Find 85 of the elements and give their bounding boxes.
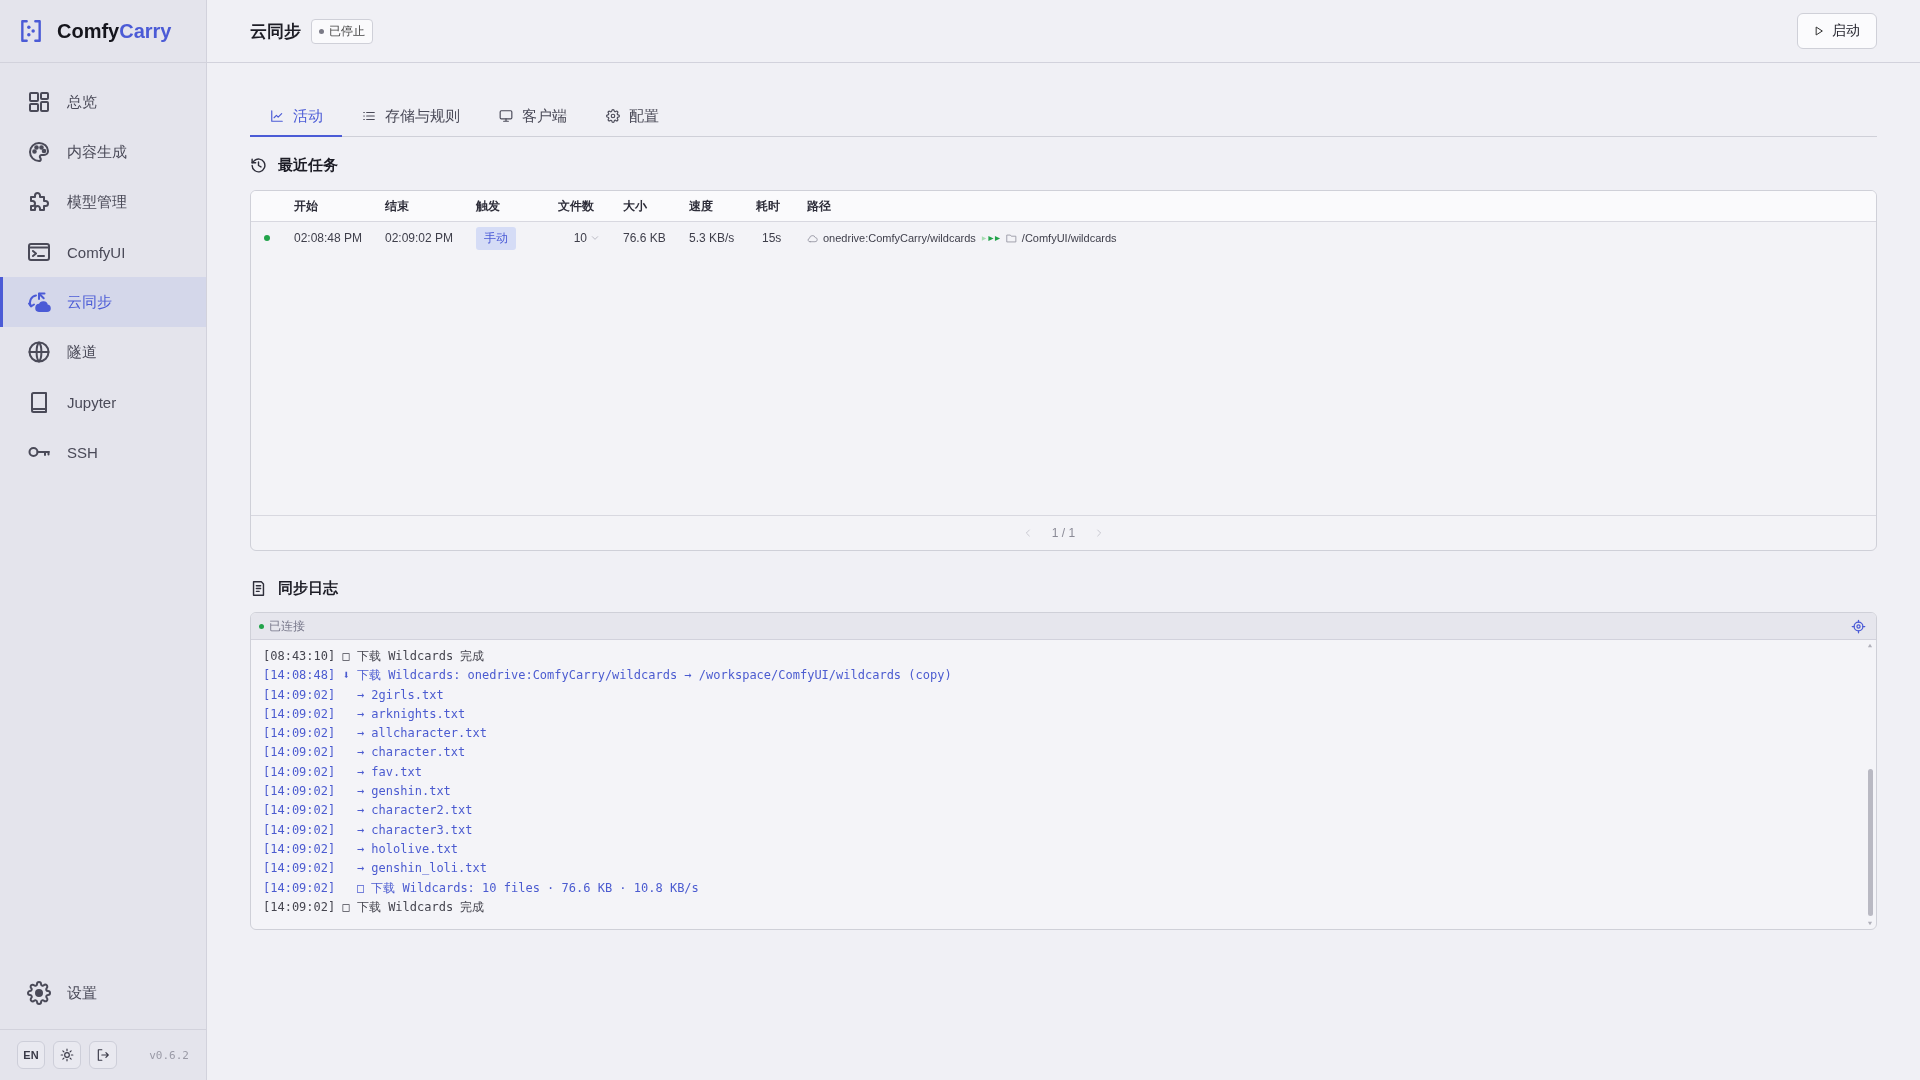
chart-icon	[270, 109, 284, 123]
column-header: 大小	[623, 197, 648, 215]
log-line: [14:09:02] → character3.txt	[263, 821, 473, 839]
palette-icon	[27, 140, 51, 164]
monitor-icon	[499, 109, 513, 123]
log-line: [14:09:02] → character2.txt	[263, 802, 473, 820]
version-label: v0.6.2	[149, 1048, 189, 1062]
column-header: 结束	[385, 197, 410, 215]
cloud-icon	[807, 232, 818, 244]
settings-icon	[606, 109, 620, 123]
log-line: [14:09:02] → arknights.txt	[263, 705, 466, 723]
column-header: 开始	[294, 197, 319, 215]
column-header: 触发	[476, 197, 501, 215]
log-line: [14:09:02] → hololive.txt	[263, 840, 459, 858]
column-header: 路径	[807, 197, 832, 215]
page-indicator: 1 / 1	[1051, 526, 1076, 540]
log-line: [14:09:02] → fav.txt	[263, 763, 422, 781]
logout-icon	[96, 1048, 110, 1062]
scroll-down-icon	[1867, 921, 1873, 926]
expand-button[interactable]	[591, 234, 599, 242]
chevron-right-icon	[1095, 528, 1104, 538]
sidebar-item[interactable]: SSH	[0, 427, 206, 477]
log-line: [14:09:02] □ 下载 Wildcards: 10 files · 76.6 KB · 10.8 KB/s	[263, 879, 699, 897]
sidebar-item[interactable]: 云同步	[0, 277, 206, 327]
log-line: [14:09:02] □ 下载 Wildcards 完成	[263, 898, 485, 916]
crosshair-icon	[1851, 618, 1866, 634]
sidebar-item[interactable]: 隧道	[0, 327, 206, 377]
section-title: 同步日志	[278, 578, 338, 598]
play-icon	[1814, 26, 1824, 36]
log-line: [14:09:02] → 2girls.txt	[263, 686, 444, 704]
terminal-icon	[27, 240, 51, 264]
cloud-sync-icon	[27, 290, 51, 314]
brand-name: ComfyCarry	[57, 19, 172, 43]
log-line: [14:09:02] → genshin.txt	[263, 783, 451, 801]
logout-button[interactable]	[89, 1041, 117, 1069]
tab[interactable]: 配置	[586, 97, 678, 137]
trigger-tag: 手动	[476, 226, 516, 250]
sidebar-item[interactable]: 总览	[0, 77, 206, 127]
table-cell-text: 5.3 KB/s	[689, 231, 736, 245]
theme-button[interactable]	[53, 1041, 81, 1069]
table-cell-text: 76.6 KB	[623, 231, 667, 245]
table-cell-text: 02:09:02 PM	[385, 231, 455, 245]
folder-icon	[1005, 232, 1017, 244]
log-line: [14:09:02] → genshin_loli.txt	[263, 860, 487, 878]
tab[interactable]: 活动	[250, 97, 342, 137]
table-cell-text: 15s	[761, 231, 783, 245]
tab[interactable]: 存储与规则	[342, 97, 479, 137]
scrollbar-thumb[interactable]	[1867, 769, 1873, 916]
sidebar-item[interactable]: 模型管理	[0, 177, 206, 227]
sidebar-item[interactable]: 内容生成	[0, 127, 206, 177]
table-cell-text: 02:08:48 PM	[294, 231, 364, 245]
document-icon	[250, 579, 267, 597]
transfer-arrows-icon	[980, 234, 1001, 242]
sidebar-item[interactable]: Jupyter	[0, 377, 206, 427]
history-icon	[250, 156, 267, 174]
language-button[interactable]: EN	[17, 1041, 45, 1069]
log-line: [14:09:02] → character.txt	[263, 744, 466, 762]
sidebar-item[interactable]: ComfyUI	[0, 227, 206, 277]
log-line: [08:43:10] □ 下载 Wildcards 完成	[263, 648, 485, 665]
scroll-up-icon	[1867, 643, 1873, 648]
column-header: 速度	[689, 197, 714, 215]
dashboard-icon	[27, 90, 51, 114]
destination-path: /ComfyUI/wildcards	[1021, 232, 1117, 244]
file-count: 10	[573, 231, 587, 245]
section-title: 最近任务	[278, 155, 338, 175]
globe-icon	[27, 340, 51, 364]
chevron-down-icon	[591, 234, 599, 242]
status-text: 已停止	[329, 22, 365, 40]
locate-button[interactable]	[1851, 618, 1866, 634]
log-line: [14:08:48] ⬇ 下载 Wildcards: onedrive:ComfyCarry/wildcards → /workspace/ComfyUI/wildcards (copy)	[263, 667, 952, 685]
source-path: onedrive:ComfyCarry/wildcards	[823, 232, 976, 244]
tab[interactable]: 客户端	[479, 97, 586, 137]
logo-icon	[18, 18, 44, 44]
column-header: 耗时	[756, 197, 781, 215]
list-icon	[362, 109, 376, 123]
puzzle-icon	[27, 190, 51, 214]
sun-icon	[60, 1048, 74, 1062]
connection-status: 已连接	[269, 617, 305, 635]
chevron-left-icon	[1023, 528, 1032, 538]
log-line: [14:09:02] → allcharacter.txt	[263, 725, 487, 743]
column-header: 文件数	[558, 197, 595, 215]
sidebar-item[interactable]: 设置	[0, 968, 206, 1018]
start-button[interactable]: 启动	[1797, 13, 1877, 49]
page-title: 云同步	[250, 20, 301, 43]
settings-icon	[27, 981, 51, 1005]
